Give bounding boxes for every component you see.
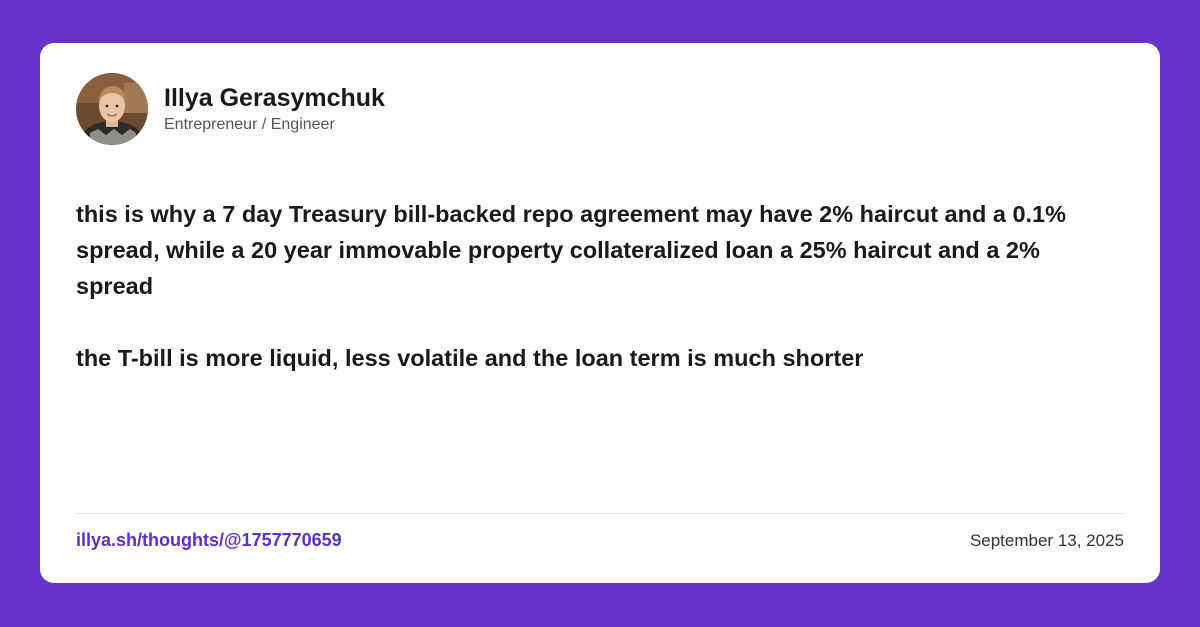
footer-divider xyxy=(76,513,1124,514)
post-card: Illya Gerasymchuk Entrepreneur / Enginee… xyxy=(40,43,1160,583)
post-footer: illya.sh/thoughts/@1757770659 September … xyxy=(76,530,1124,551)
post-body: this is why a 7 day Treasury bill-backed… xyxy=(76,196,1116,376)
avatar-image xyxy=(76,73,148,145)
author-info: Illya Gerasymchuk Entrepreneur / Enginee… xyxy=(164,83,385,135)
author-title: Entrepreneur / Engineer xyxy=(164,116,335,133)
post-date: September 13, 2025 xyxy=(969,530,1124,550)
post-paragraph: the T-bill is more liquid, less volatile… xyxy=(76,345,864,371)
permalink-link[interactable]: illya.sh/thoughts/@1757770659 xyxy=(76,530,342,551)
post-paragraph: this is why a 7 day Treasury bill-backed… xyxy=(76,201,1067,299)
author-name: Illya Gerasymchuk xyxy=(164,84,385,112)
avatar xyxy=(76,73,148,145)
post-header: Illya Gerasymchuk Entrepreneur / Enginee… xyxy=(76,73,385,145)
